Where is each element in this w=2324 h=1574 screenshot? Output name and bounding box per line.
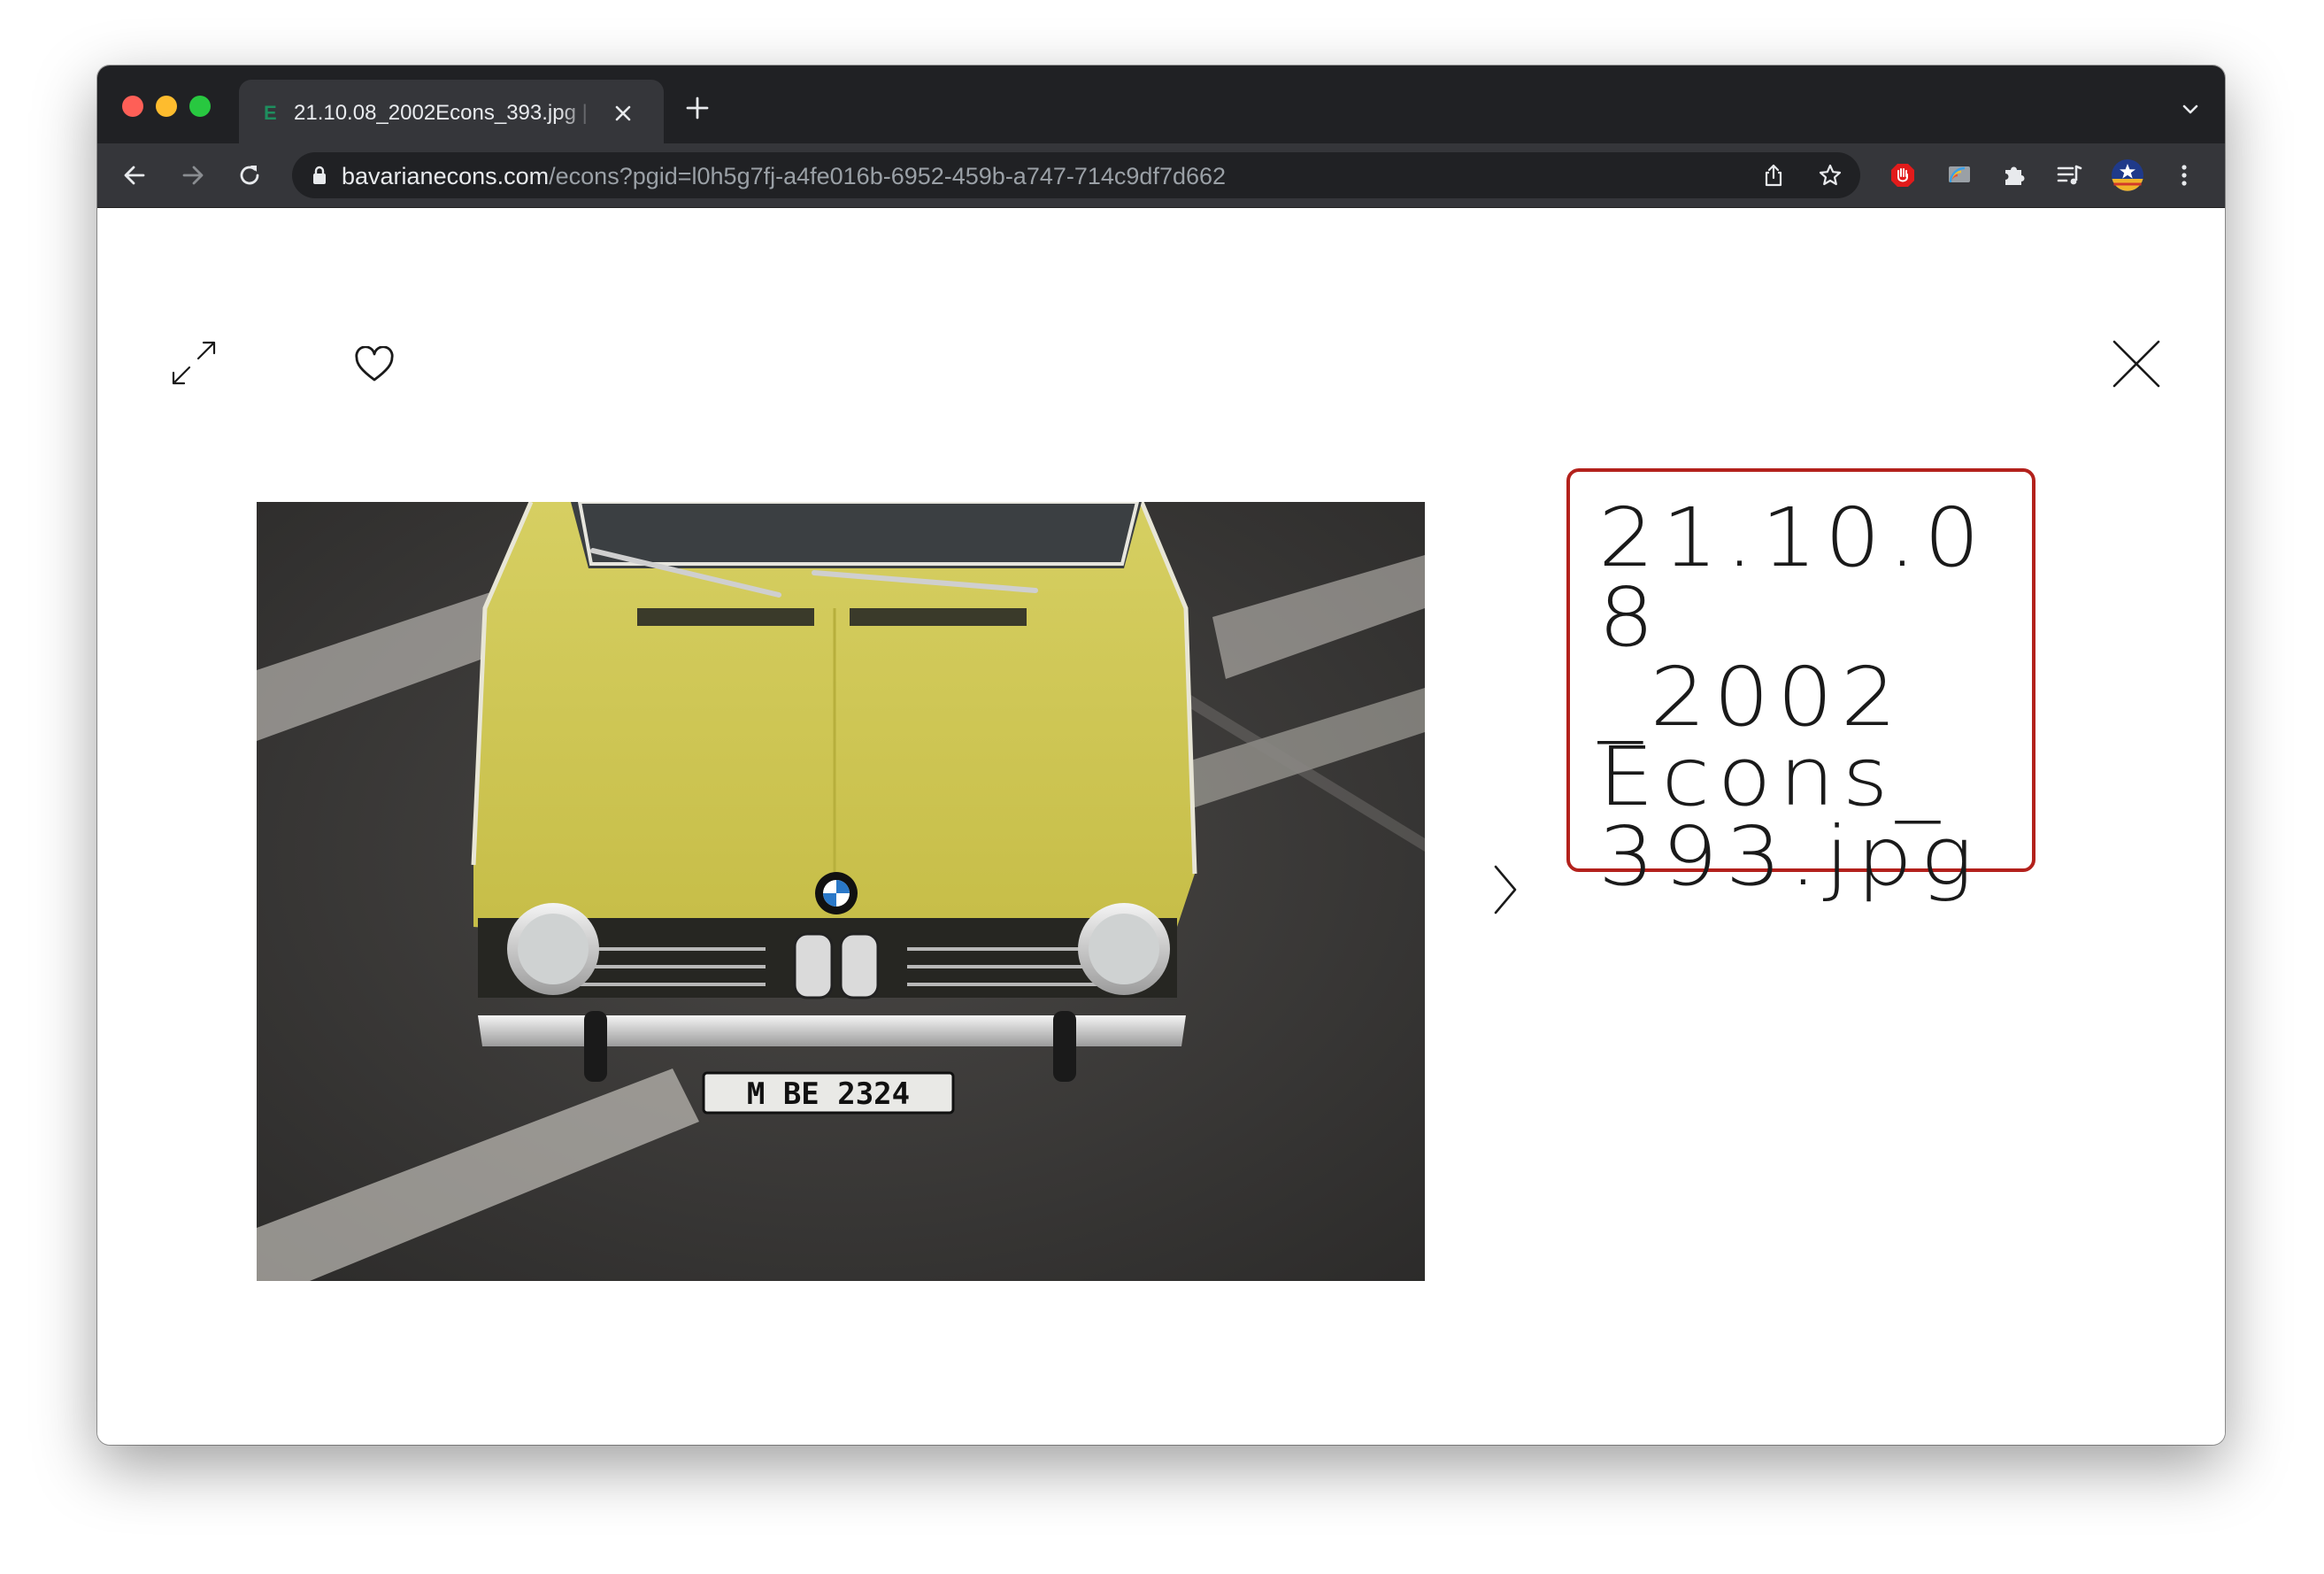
expand-icon[interactable] bbox=[168, 337, 219, 389]
tab-search-chevron-icon[interactable] bbox=[2181, 99, 2200, 119]
minimize-window-button[interactable] bbox=[156, 96, 177, 117]
close-window-button[interactable] bbox=[122, 96, 143, 117]
browser-tab-active[interactable]: E 21.10.08_2002Econs_393.jpg | Bavarian … bbox=[239, 80, 664, 143]
yellow-bmw-2002-photo: M BE 2324 bbox=[257, 502, 1425, 1281]
filename-line: _2002 bbox=[1598, 650, 1905, 745]
chevron-right-icon[interactable] bbox=[1487, 863, 1522, 916]
tab-strip: E 21.10.08_2002Econs_393.jpg | Bavarian … bbox=[97, 66, 2225, 143]
reload-icon[interactable] bbox=[235, 161, 264, 189]
extensions-puzzle-icon[interactable] bbox=[2000, 161, 2028, 189]
new-tab-icon[interactable] bbox=[685, 96, 710, 120]
bookmark-star-icon[interactable] bbox=[1818, 163, 1843, 188]
url-text[interactable]: bavarianecons.com/econs?pgid=l0h5g7fj-a4… bbox=[342, 162, 1226, 190]
profile-avatar-icon[interactable] bbox=[2110, 158, 2145, 193]
filename-highlight-box: 21.10.08 _2002 Econs_ 393.jpg bbox=[1566, 468, 2035, 898]
tab-title: 21.10.08_2002Econs_393.jpg | Bavarian Ec… bbox=[294, 101, 595, 125]
image-filename: 21.10.08 _2002 Econs_ 393.jpg bbox=[1598, 490, 2048, 904]
lock-icon[interactable] bbox=[312, 165, 327, 186]
filename-line: 393.jpg bbox=[1598, 809, 1982, 904]
close-icon[interactable] bbox=[2112, 339, 2161, 389]
browser-menu-icon[interactable] bbox=[2170, 161, 2198, 189]
media-queue-icon[interactable] bbox=[2055, 161, 2083, 189]
site-favicon-icon: E bbox=[264, 102, 277, 124]
share-icon[interactable] bbox=[1761, 163, 1786, 188]
address-bar[interactable]: bavarianecons.com/econs?pgid=l0h5g7fj-a4… bbox=[292, 152, 1860, 198]
maximize-window-button[interactable] bbox=[189, 96, 211, 117]
car-photo: M BE 2324 bbox=[257, 502, 1425, 1281]
url-path: /econs?pgid=l0h5g7fj-a4fe016b-6952-459b-… bbox=[549, 163, 1227, 189]
adblock-extension-icon[interactable] bbox=[1889, 161, 1917, 189]
license-plate-text: M BE 2324 bbox=[747, 1076, 910, 1112]
cast-extension-icon[interactable] bbox=[1945, 161, 1974, 189]
back-arrow-icon[interactable] bbox=[120, 161, 149, 189]
lightbox-viewer: M BE 2324 21.10.08 _2002 Econs_ 393.jpg bbox=[97, 208, 2225, 1445]
filename-line: Econs_ bbox=[1598, 729, 1948, 824]
filename-line: 21.10.08 bbox=[1598, 490, 1988, 665]
forward-arrow-icon[interactable] bbox=[179, 161, 207, 189]
browser-toolbar: bavarianecons.com/econs?pgid=l0h5g7fj-a4… bbox=[97, 143, 2225, 208]
url-host: bavarianecons.com bbox=[342, 163, 550, 189]
heart-icon[interactable] bbox=[354, 346, 395, 383]
browser-window: E 21.10.08_2002Econs_393.jpg | Bavarian … bbox=[97, 66, 2225, 1445]
tab-close-icon[interactable] bbox=[611, 101, 635, 126]
